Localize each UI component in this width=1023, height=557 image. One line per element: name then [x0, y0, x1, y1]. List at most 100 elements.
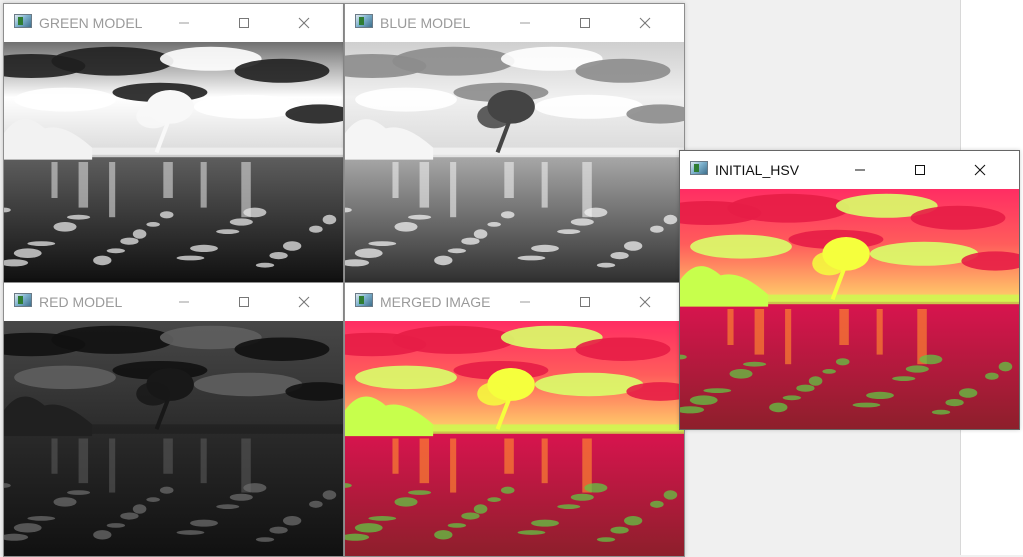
shore-rock: [120, 512, 139, 520]
maximize-button[interactable]: [897, 155, 943, 185]
shore-rock: [796, 384, 815, 392]
shore-rock: [93, 530, 112, 540]
shore-rock: [269, 526, 288, 534]
tree-canopy: [812, 251, 847, 276]
shore-rock: [931, 409, 951, 415]
close-icon: [298, 296, 310, 308]
image-viewport: [345, 42, 684, 282]
distant-shoreline: [429, 424, 684, 434]
water-reflection: [51, 438, 58, 474]
shore-rock: [584, 483, 608, 493]
distant-shoreline: [429, 147, 684, 158]
shore-rock: [998, 361, 1013, 372]
maximize-button[interactable]: [562, 287, 608, 317]
shore-rock: [322, 490, 337, 500]
blue-channel-image: [345, 42, 684, 282]
opencv-window-icon: [14, 14, 32, 28]
water-reflection: [78, 162, 89, 208]
minimize-icon: [179, 22, 189, 24]
water-reflection: [419, 438, 430, 484]
shore-rock: [243, 483, 267, 493]
water-reflection: [109, 162, 116, 218]
window-title: INITIAL_HSV: [715, 162, 800, 178]
shore-rock: [663, 490, 678, 500]
cloud: [575, 337, 671, 361]
close-button[interactable]: [281, 287, 327, 317]
window-controls: [161, 283, 343, 321]
shore-rock: [461, 512, 480, 520]
blue-model-window[interactable]: BLUE MODEL: [344, 3, 685, 283]
shore-rock: [216, 504, 240, 509]
shore-rock: [822, 369, 836, 374]
water-reflection: [51, 162, 58, 198]
minimize-button[interactable]: [837, 155, 883, 185]
maximize-icon: [915, 165, 925, 175]
shore-rock: [13, 248, 42, 258]
minimize-button[interactable]: [161, 8, 207, 38]
water-reflection: [78, 438, 89, 484]
initial-hsv-window[interactable]: INITIAL_HSV: [679, 150, 1020, 430]
shore-rock: [132, 229, 147, 239]
close-button[interactable]: [281, 8, 327, 38]
shore-rock: [27, 241, 56, 247]
cloud: [392, 46, 515, 76]
shore-rock: [570, 218, 594, 226]
minimize-button[interactable]: [502, 287, 548, 317]
window-titlebar[interactable]: MERGED IMAGE: [345, 283, 684, 321]
distant-shoreline: [88, 424, 343, 434]
shore-rock: [808, 376, 823, 386]
opencv-window-icon: [690, 161, 708, 175]
shore-rock: [67, 490, 91, 495]
shore-rock: [243, 207, 267, 218]
shore-rock: [650, 225, 664, 233]
merged-image-window[interactable]: MERGED IMAGE: [344, 282, 685, 557]
water-reflection: [541, 162, 548, 208]
cloud: [690, 234, 792, 259]
shore-rock: [905, 365, 929, 373]
shore-rock: [517, 530, 546, 535]
shore-rock: [531, 519, 559, 527]
image-viewport: [4, 321, 343, 556]
maximize-button[interactable]: [221, 8, 267, 38]
window-titlebar[interactable]: BLUE MODEL: [345, 4, 684, 42]
shore-rock: [309, 225, 323, 233]
shore-rock: [650, 500, 664, 508]
minimize-button[interactable]: [161, 287, 207, 317]
window-titlebar[interactable]: GREEN MODEL: [4, 4, 343, 42]
shore-rock: [487, 222, 501, 227]
shore-rock: [623, 241, 643, 251]
water-reflection: [785, 309, 792, 365]
close-icon: [298, 17, 310, 29]
shore-rock: [945, 399, 964, 407]
shore-rock: [255, 537, 275, 542]
shore-rock: [408, 490, 432, 495]
shore-rock: [461, 237, 480, 245]
shore-rock: [958, 388, 978, 398]
close-button[interactable]: [622, 8, 668, 38]
shore-rock: [782, 395, 802, 401]
red-channel-image: [4, 321, 343, 556]
shore-rock: [120, 237, 139, 245]
maximize-button[interactable]: [562, 8, 608, 38]
minimize-button[interactable]: [502, 8, 548, 38]
shore-rock: [531, 244, 559, 252]
maximize-button[interactable]: [221, 287, 267, 317]
water-reflection: [419, 162, 430, 208]
window-titlebar[interactable]: INITIAL_HSV: [680, 151, 1019, 189]
water-reflection: [392, 438, 399, 474]
window-controls: [837, 151, 1019, 189]
shore-rock: [703, 388, 732, 393]
close-button[interactable]: [622, 287, 668, 317]
shore-rock: [557, 504, 581, 509]
window-titlebar[interactable]: RED MODEL: [4, 283, 343, 321]
shore-rock: [408, 214, 432, 220]
window-controls: [161, 4, 343, 42]
image-viewport: [4, 42, 343, 282]
red-model-window[interactable]: RED MODEL: [3, 282, 344, 557]
shore-rock: [67, 214, 91, 220]
shore-rock: [394, 222, 418, 232]
shore-rock: [106, 523, 126, 528]
close-button[interactable]: [957, 155, 1003, 185]
green-model-window[interactable]: GREEN MODEL: [3, 3, 344, 283]
shore-rock: [500, 486, 515, 494]
